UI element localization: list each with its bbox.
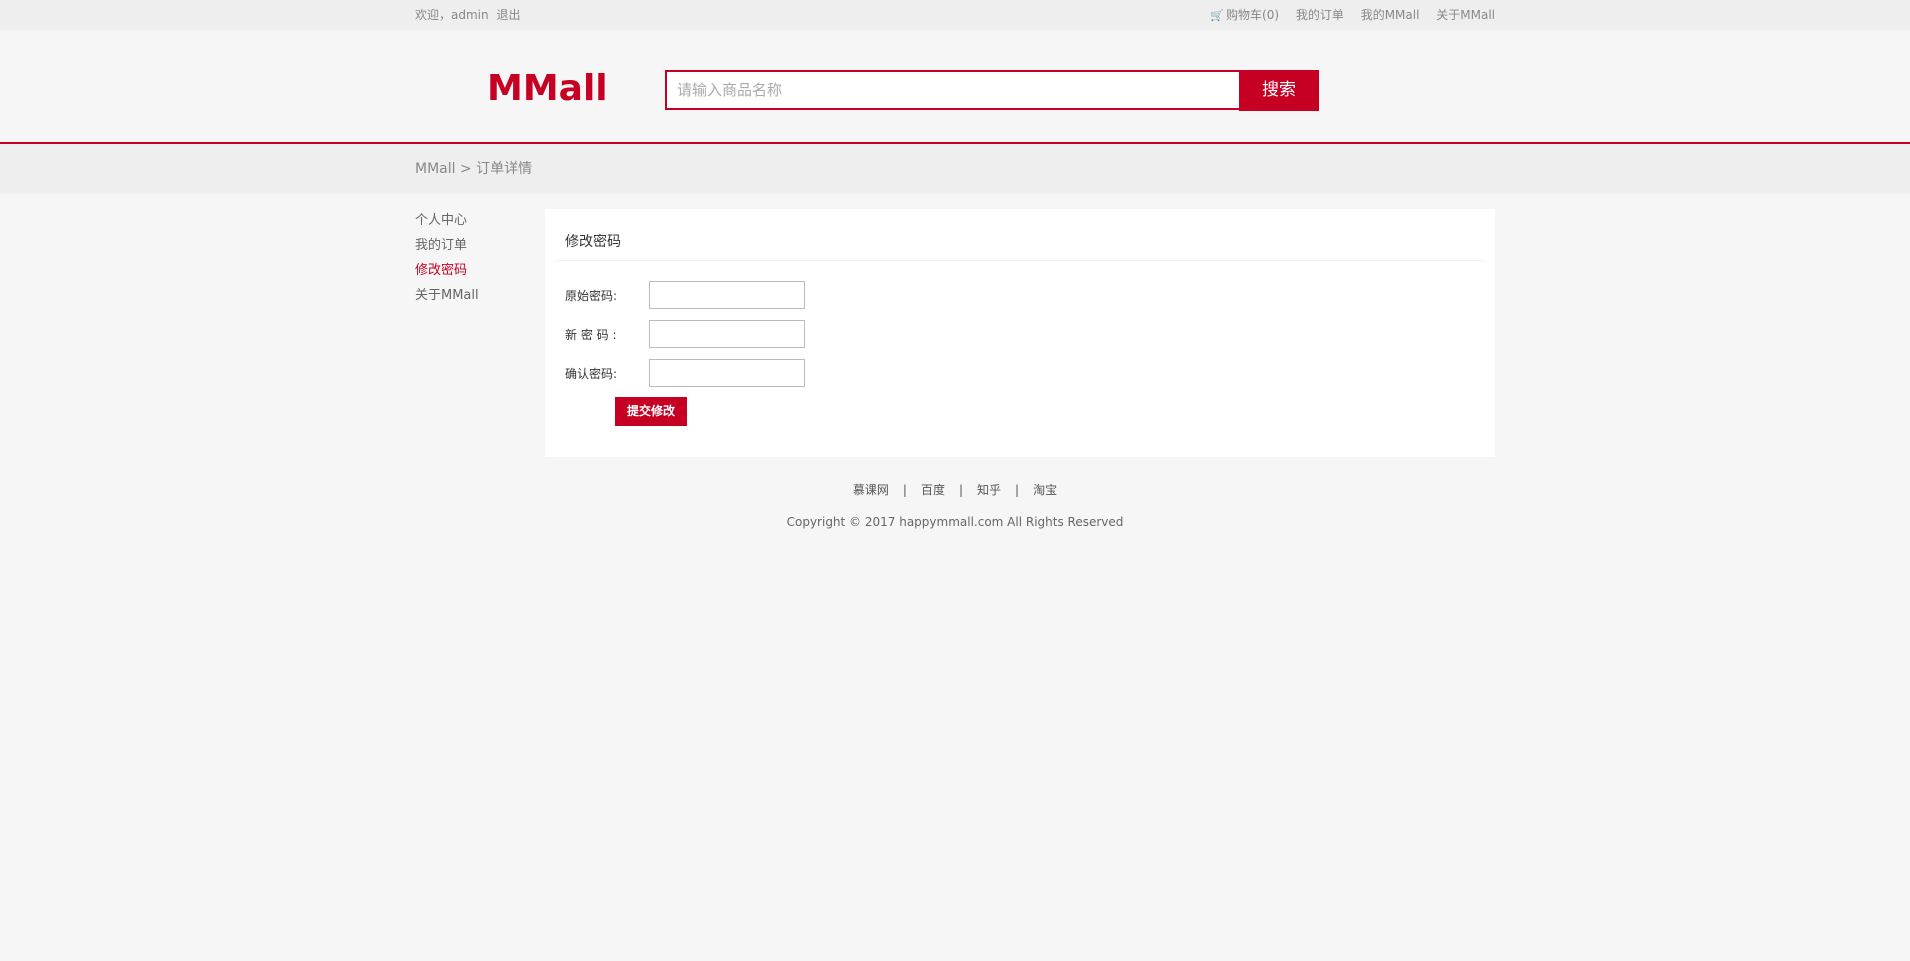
- sidebar-item-about[interactable]: 关于MMall: [415, 283, 535, 308]
- cart-label: 购物车(0): [1226, 8, 1280, 22]
- sidebar-item-user-center[interactable]: 个人中心: [415, 208, 535, 233]
- welcome-text: 欢迎，admin: [415, 8, 489, 22]
- footer-link-zhihu[interactable]: 知乎: [977, 483, 1001, 497]
- search-button[interactable]: 搜索: [1239, 70, 1319, 111]
- confirm-password-label: 确认密码:: [565, 367, 618, 381]
- footer-link-baidu[interactable]: 百度: [921, 483, 945, 497]
- cart-icon: 🛒: [1210, 9, 1225, 22]
- user-info: 欢迎，admin 退出: [415, 0, 524, 30]
- footer-separator: |: [902, 483, 907, 497]
- user-menu: 🛒 购物车(0) 我的订单 我的MMall 关于MMall: [1197, 0, 1495, 31]
- footer-separator: |: [1015, 483, 1020, 497]
- submit-button[interactable]: 提交修改: [615, 397, 687, 426]
- main-content: 个人中心 我的订单 修改密码 关于MMall 修改密码 原始密码: 新 密 码 …: [0, 194, 1910, 457]
- confirm-password-input[interactable]: [649, 359, 805, 387]
- new-password-input[interactable]: [649, 320, 805, 348]
- top-nav-bar: 欢迎，admin 退出 🛒 购物车(0) 我的订单 我的MMall 关于MMall: [0, 0, 1910, 30]
- old-password-input[interactable]: [649, 281, 805, 309]
- sidebar-item-change-password[interactable]: 修改密码: [415, 258, 535, 283]
- panel-divider: [555, 260, 1485, 261]
- about-mmall-link[interactable]: 关于MMall: [1436, 8, 1495, 22]
- header: MMall 搜索: [0, 30, 1910, 144]
- password-panel: 修改密码 原始密码: 新 密 码 : 确认密码: 提交修改: [545, 209, 1495, 457]
- breadcrumb: MMall > 订单详情: [0, 144, 1910, 194]
- sidebar-item-my-orders[interactable]: 我的订单: [415, 233, 535, 258]
- footer-link-taobao[interactable]: 淘宝: [1033, 483, 1057, 497]
- breadcrumb-text: MMall > 订单详情: [415, 161, 533, 177]
- footer-separator: |: [958, 483, 964, 497]
- footer: 慕课网 | 百度 | 知乎 | 淘宝 Copyright © 2017 happymmall…: [0, 454, 1910, 529]
- new-password-label: 新 密 码 :: [565, 328, 617, 342]
- old-password-label: 原始密码:: [565, 289, 618, 303]
- footer-link-imooc[interactable]: 慕课网: [853, 483, 889, 497]
- my-orders-link[interactable]: 我的订单: [1296, 8, 1344, 22]
- copyright: Copyright © 2017 happymmall.com All Righ…: [786, 515, 1124, 529]
- panel-title: 修改密码: [565, 234, 621, 250]
- footer-links: 慕课网 | 百度 | 知乎 | 淘宝: [0, 481, 1910, 498]
- logo[interactable]: MMall: [487, 68, 608, 109]
- cart-link[interactable]: 🛒 购物车(0): [1210, 8, 1283, 22]
- my-mmall-link[interactable]: 我的MMall: [1361, 8, 1420, 22]
- logout-link[interactable]: 退出: [496, 8, 520, 22]
- search-input[interactable]: [665, 70, 1249, 110]
- sidebar: 个人中心 我的订单 修改密码 关于MMall: [415, 208, 535, 308]
